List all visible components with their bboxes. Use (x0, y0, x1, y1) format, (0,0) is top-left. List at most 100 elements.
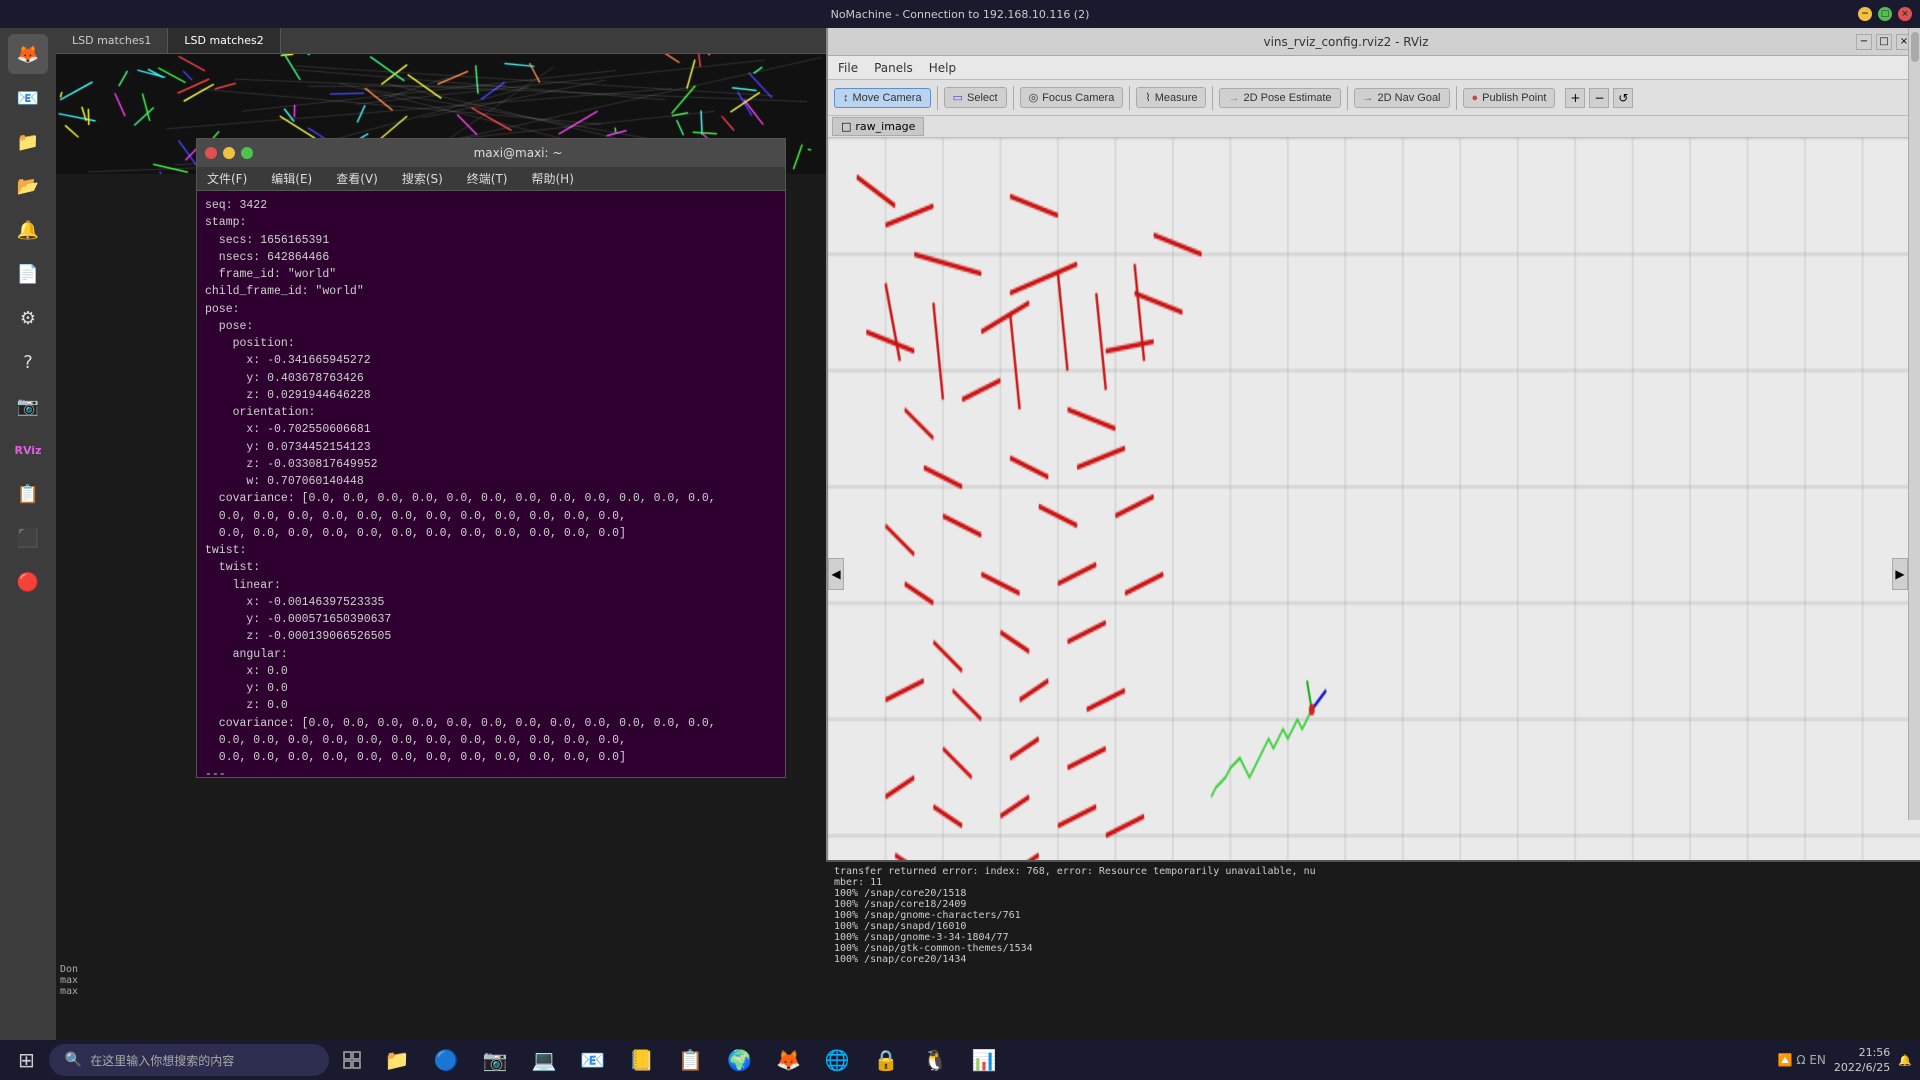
terminal-menu-help[interactable]: 帮助(H) (526, 168, 580, 189)
raw-image-tab[interactable]: □ raw_image (832, 117, 924, 136)
terminal-menu-file[interactable]: 文件(F) (201, 168, 253, 189)
sidebar-icon-terminal[interactable]: ⬛ (8, 518, 48, 558)
terminal-line: 0.0, 0.0, 0.0, 0.0, 0.0, 0.0, 0.0, 0.0, … (205, 732, 777, 749)
taskbar-start-button[interactable]: ⊞ (8, 1044, 45, 1076)
rviz-minimize-button[interactable]: − (1856, 34, 1872, 50)
zoom-reset-button[interactable]: ↺ (1613, 88, 1633, 108)
taskbar-icon-terminal[interactable]: 💻 (521, 1044, 566, 1076)
log-line: transfer returned error: index: 768, err… (834, 866, 1912, 877)
terminal-content[interactable]: seq: 3422 stamp: secs: 1656165391 nsecs:… (197, 191, 785, 777)
select-icon: ▭ (953, 91, 963, 104)
sidebar-icon-notification[interactable]: 🔔 (8, 210, 48, 250)
terminal-line: x: -0.00146397523335 (205, 594, 777, 611)
sidebar-icon-red[interactable]: 🔴 (8, 562, 48, 602)
taskbar-icon-notes[interactable]: 📒 (619, 1044, 664, 1076)
taskbar-icon-browser1[interactable]: 🌍 (717, 1044, 762, 1076)
rviz-maximize-button[interactable]: □ (1876, 34, 1892, 50)
taskbar-icons-tray: 🔼 Ω EN (1778, 1053, 1826, 1067)
terminal-titlebar: maxi@maxi: ~ (197, 139, 785, 167)
taskbar-icon-firefox[interactable]: 🦊 (766, 1044, 811, 1076)
terminal-line: child_frame_id: "world" (205, 283, 777, 300)
terminal-menu-terminal[interactable]: 终端(T) (461, 168, 514, 189)
measure-label: Measure (1155, 92, 1198, 104)
scroll-left-arrow[interactable]: ◀ (828, 558, 844, 590)
lsd-tabs: LSD matches1 LSD matches2 (56, 28, 826, 54)
publish-point-icon: ● (1472, 92, 1479, 104)
maximize-button[interactable]: □ (1878, 7, 1892, 21)
terminal-line: stamp: (205, 214, 777, 231)
taskbar-icon-lock[interactable]: 🔒 (864, 1044, 909, 1076)
sidebar-icon-email[interactable]: 📧 (8, 78, 48, 118)
taskbar-icon-ubuntu[interactable]: 🔵 (424, 1044, 469, 1076)
sidebar-icon-settings[interactable]: ⚙ (8, 298, 48, 338)
sidebar-icon-document[interactable]: 📄 (8, 254, 48, 294)
tool-move-camera[interactable]: ↕ Move Camera (834, 88, 931, 108)
terminal-min-button[interactable] (223, 147, 235, 159)
terminal-menu-view[interactable]: 查看(V) (330, 168, 384, 189)
sidebar-icon-rviz[interactable]: RViz (8, 430, 48, 470)
left-log-overlay: Don max max (56, 960, 256, 1040)
log-line: 100% /snap/gtk-common-themes/1534 (834, 943, 1912, 954)
taskbar-icon-app1[interactable]: 📷 (473, 1044, 518, 1076)
terminal-line: covariance: [0.0, 0.0, 0.0, 0.0, 0.0, 0.… (205, 715, 777, 732)
left-sidebar: 🦊 📧 📁 📂 🔔 📄 ⚙ ? 📷 RViz 📋 ⬛ 🔴 (0, 28, 56, 1040)
sidebar-icon-camera[interactable]: 📷 (8, 386, 48, 426)
sidebar-icon-firefox[interactable]: 🦊 (8, 34, 48, 74)
log-line: 100% /snap/snapd/16010 (834, 921, 1912, 932)
lsd-tab-2[interactable]: LSD matches2 (168, 28, 280, 53)
toolbar-separator-3 (1129, 86, 1130, 110)
sidebar-icon-files[interactable]: 📁 (8, 122, 48, 162)
zoom-in-button[interactable]: + (1565, 88, 1585, 108)
terminal-line: nsecs: 642864466 (205, 249, 777, 266)
close-button[interactable]: × (1898, 7, 1912, 21)
log-line: 100% /snap/core18/2409 (834, 899, 1912, 910)
terminal-menu-search[interactable]: 搜索(S) (396, 168, 449, 189)
rviz-window-controls: − □ × (1856, 34, 1912, 50)
focus-camera-label: Focus Camera (1042, 92, 1114, 104)
terminal-line: 0.0, 0.0, 0.0, 0.0, 0.0, 0.0, 0.0, 0.0, … (205, 508, 777, 525)
left-panel: LSD matches1 LSD matches2 maxi@maxi: ~ 文… (56, 28, 826, 1040)
tool-select[interactable]: ▭ Select (944, 87, 1007, 108)
raw-image-tab-bar: □ raw_image (828, 116, 1920, 138)
sidebar-icon-help[interactable]: ? (8, 342, 48, 382)
terminal-menu-edit[interactable]: 编辑(E) (265, 168, 318, 189)
taskbar-icon-chrome[interactable]: 🌐 (815, 1044, 860, 1076)
taskbar-notification-icon[interactable]: 🔔 (1898, 1054, 1912, 1067)
taskbar-icon-stats[interactable]: 📊 (962, 1044, 1007, 1076)
taskbar-icon-files[interactable]: 📁 (375, 1044, 420, 1076)
terminal-line: z: -0.000139066526505 (205, 628, 777, 645)
log-line: 100% /snap/gnome-characters/761 (834, 910, 1912, 921)
log-line: 100% /snap/gnome-3-34-1804/77 (834, 932, 1912, 943)
taskbar-icon-onenote[interactable]: 📋 (668, 1044, 713, 1076)
terminal-max-button[interactable] (241, 147, 253, 159)
sidebar-icon-clipboard[interactable]: 📋 (8, 474, 48, 514)
terminal-window: maxi@maxi: ~ 文件(F) 编辑(E) 查看(V) 搜索(S) 终端(… (196, 138, 786, 778)
rviz-scrollbar-thumb[interactable] (1911, 32, 1919, 62)
taskbar-icon-email[interactable]: 📧 (570, 1044, 615, 1076)
lsd-tab-1[interactable]: LSD matches1 (56, 28, 168, 53)
taskbar-task-view[interactable] (333, 1044, 371, 1076)
sidebar-icon-folder[interactable]: 📂 (8, 166, 48, 206)
raw-image-tab-icon: □ (841, 120, 851, 133)
terminal-line: x: -0.341665945272 (205, 352, 777, 369)
tool-focus-camera[interactable]: ◎ Focus Camera (1020, 87, 1124, 108)
tool-publish-point[interactable]: ● Publish Point (1463, 88, 1556, 108)
rviz-menu-panels[interactable]: Panels (870, 59, 917, 77)
taskbar-search-area[interactable]: 🔍 在这里输入你想搜索的内容 (49, 1044, 329, 1076)
terminal-line: y: 0.0734452154123 (205, 439, 777, 456)
scroll-right-arrow[interactable]: ▶ (1892, 558, 1908, 590)
terminal-close-button[interactable] (205, 147, 217, 159)
minimize-button[interactable]: − (1858, 7, 1872, 21)
windows-taskbar: ⊞ 🔍 在这里输入你想搜索的内容 📁 🔵 📷 💻 📧 📒 📋 🌍 🦊 🌐 🔒 🐧… (0, 1040, 1920, 1080)
tool-2d-nav-goal[interactable]: → 2D Nav Goal (1354, 88, 1450, 108)
zoom-out-button[interactable]: − (1589, 88, 1609, 108)
taskbar-icon-penguin[interactable]: 🐧 (913, 1044, 958, 1076)
tool-2d-pose-estimate[interactable]: → 2D Pose Estimate (1219, 88, 1340, 108)
taskbar-search-placeholder: 在这里输入你想搜索的内容 (90, 1052, 234, 1069)
rviz-side-scrollbar[interactable] (1908, 28, 1920, 820)
rviz-menu-file[interactable]: File (834, 59, 862, 77)
rviz-menu-help[interactable]: Help (925, 59, 960, 77)
taskbar-clock: 21:56 2022/6/25 (1834, 1045, 1890, 1076)
tool-measure[interactable]: ⌇ Measure (1136, 87, 1206, 108)
publish-point-label: Publish Point (1482, 92, 1546, 104)
